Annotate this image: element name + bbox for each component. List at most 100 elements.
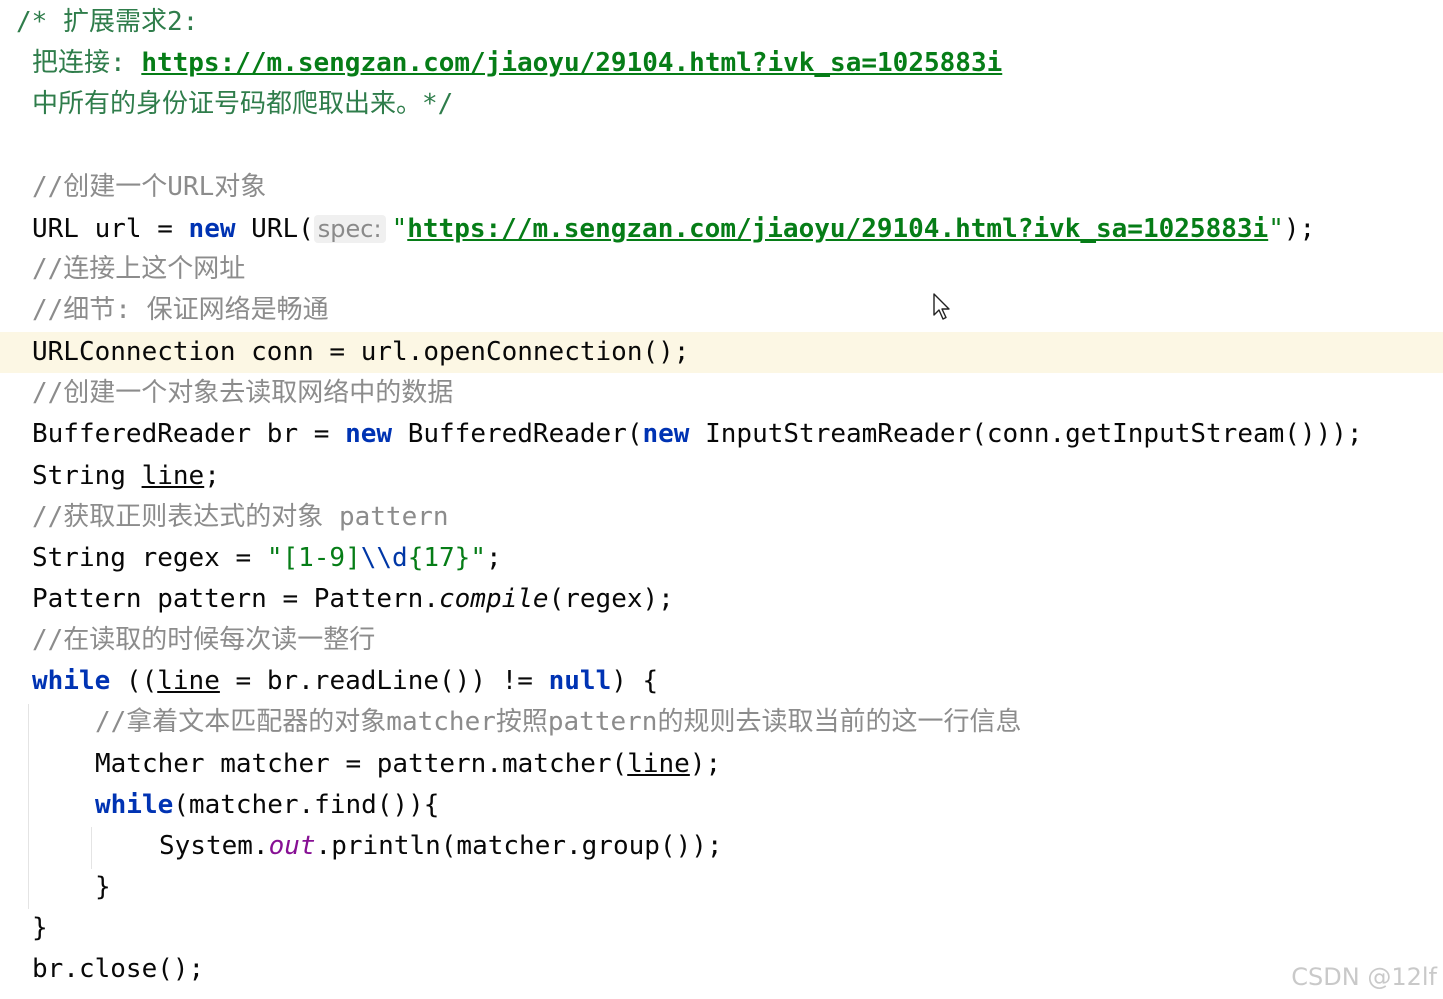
code-line[interactable]: while(matcher.find()){ <box>0 785 1443 826</box>
code-token: compile <box>439 584 549 614</box>
code-token: while <box>95 790 174 820</box>
code-token: (matcher.find()){ <box>173 790 440 820</box>
code-line[interactable]: } <box>0 867 1443 908</box>
code-line[interactable]: br.close(); <box>0 949 1443 990</box>
code-token: System. <box>159 831 269 861</box>
code-token: line <box>157 666 220 696</box>
code-text: while(matcher.find()){ <box>95 785 439 826</box>
code-line[interactable]: String line; <box>0 456 1443 497</box>
code-token: br.close(); <box>32 954 205 984</box>
code-text: //获取正则表达式的对象 pattern <box>32 497 449 538</box>
code-text: BufferedReader br = new BufferedReader(n… <box>32 414 1363 455</box>
code-text: //创建一个URL对象 <box>32 167 266 208</box>
code-line[interactable]: 中所有的身份证号码都爬取出来。*/ <box>0 84 1443 125</box>
parameter-hint: spec: <box>313 215 386 243</box>
code-token: (( <box>110 666 158 696</box>
code-text: //在读取的时候每次读一整行 <box>32 620 375 661</box>
code-text: String regex = "[1-9]\\d{17}"; <box>32 538 502 579</box>
code-text: //细节: 保证网络是畅通 <box>32 290 329 331</box>
code-token: URLConnection conn = url.openConnection(… <box>32 337 690 367</box>
code-token: (regex); <box>548 584 674 614</box>
current-code-line[interactable]: URLConnection conn = url.openConnection(… <box>0 332 1443 373</box>
code-token: .println(matcher.group()); <box>315 831 723 861</box>
code-text: 把连接: https://m.sengzan.com/jiaoyu/29104.… <box>32 43 1002 84</box>
code-token: //细节: 保证网络是畅通 <box>32 295 329 325</box>
code-token: InputStreamReader(conn.getInputStream())… <box>689 419 1363 449</box>
code-line[interactable]: /* 扩展需求2: <box>0 2 1443 43</box>
code-token: ; <box>204 461 220 491</box>
code-token: = br.readLine()) != <box>219 666 549 696</box>
code-text: //拿着文本匹配器的对象matcher按照pattern的规则去读取当前的这一行… <box>95 702 1021 743</box>
code-line[interactable]: URL url = new URL(spec: "https://m.sengza… <box>0 209 1443 250</box>
code-text: br.close(); <box>32 949 204 990</box>
code-token: URL( <box>235 214 314 244</box>
code-line[interactable]: } <box>0 908 1443 949</box>
code-line[interactable] <box>0 125 1443 166</box>
code-token: } <box>32 913 48 943</box>
code-token: //创建一个对象去读取网络中的数据 <box>32 378 454 408</box>
code-text: //连接上这个网址 <box>32 249 245 290</box>
code-token: out <box>268 831 316 861</box>
code-token: line <box>141 461 205 491</box>
code-token: {17}" <box>407 543 486 573</box>
code-token: 中所有的身份证号码都爬取出来。*/ <box>32 89 454 119</box>
code-line[interactable]: //连接上这个网址 <box>0 249 1443 290</box>
code-token: //获取正则表达式的对象 pattern <box>32 502 449 532</box>
code-line[interactable]: 把连接: https://m.sengzan.com/jiaoyu/29104.… <box>0 43 1443 84</box>
code-token: //创建一个URL对象 <box>32 172 267 202</box>
code-token: /* 扩展需求2: <box>16 7 199 37</box>
code-text: while ((line = br.readLine()) != null) { <box>32 661 658 702</box>
code-line[interactable]: //创建一个URL对象 <box>0 167 1443 208</box>
code-token: "[1-9] <box>266 543 361 573</box>
code-token: //在读取的时候每次读一整行 <box>32 625 376 655</box>
code-text: //创建一个对象去读取网络中的数据 <box>32 373 453 414</box>
watermark: CSDN @12lf <box>1291 963 1437 991</box>
code-token: ); <box>689 749 722 779</box>
code-text: 中所有的身份证号码都爬取出来。*/ <box>32 84 453 125</box>
code-line[interactable]: //细节: 保证网络是畅通 <box>0 290 1443 331</box>
code-token: Matcher matcher = pattern.matcher( <box>95 749 628 779</box>
indent-guide <box>28 704 29 909</box>
code-token: ) { <box>611 666 659 696</box>
code-token: https://m.sengzan.com/jiaoyu/29104.html?… <box>407 214 1269 244</box>
code-text: } <box>32 908 48 949</box>
code-line[interactable]: Pattern pattern = Pattern.compile(regex)… <box>0 579 1443 620</box>
code-token: \\d <box>360 543 408 573</box>
code-token: " <box>391 214 408 244</box>
code-token: " <box>1268 214 1284 244</box>
code-token: URL url = <box>32 214 189 244</box>
code-text: Matcher matcher = pattern.matcher(line); <box>95 744 721 785</box>
code-line[interactable]: //拿着文本匹配器的对象matcher按照pattern的规则去读取当前的这一行… <box>0 702 1443 743</box>
code-token: line <box>627 749 690 779</box>
code-text: System.out.println(matcher.group()); <box>159 826 723 867</box>
indent-guide <box>91 827 92 869</box>
code-token: //连接上这个网址 <box>32 254 246 284</box>
code-token: 把连接: <box>32 48 142 78</box>
code-token: BufferedReader br = <box>32 419 346 449</box>
mouse-pointer-icon <box>933 293 950 320</box>
code-line[interactable]: while ((line = br.readLine()) != null) { <box>0 661 1443 702</box>
code-token: new <box>188 214 236 244</box>
code-token: new <box>642 419 690 449</box>
code-text: Pattern pattern = Pattern.compile(regex)… <box>32 579 674 620</box>
code-line[interactable]: //在读取的时候每次读一整行 <box>0 620 1443 661</box>
code-token: https://m.sengzan.com/jiaoyu/29104.html?… <box>141 48 1003 78</box>
code-line[interactable]: BufferedReader br = new BufferedReader(n… <box>0 414 1443 455</box>
code-line[interactable]: //获取正则表达式的对象 pattern <box>0 497 1443 538</box>
code-token: BufferedReader( <box>392 419 643 449</box>
code-token: ; <box>485 543 502 573</box>
code-token: String <box>32 461 142 491</box>
code-line[interactable]: System.out.println(matcher.group()); <box>0 826 1443 867</box>
code-line[interactable]: Matcher matcher = pattern.matcher(line); <box>0 744 1443 785</box>
code-line[interactable]: //创建一个对象去读取网络中的数据 <box>0 373 1443 414</box>
code-token: ); <box>1283 214 1316 244</box>
code-text: String line; <box>32 456 220 497</box>
code-text: URL url = new URL(spec: "https://m.sengza… <box>32 209 1315 250</box>
code-text: } <box>95 867 111 908</box>
code-token: new <box>345 419 393 449</box>
code-line[interactable]: String regex = "[1-9]\\d{17}"; <box>0 538 1443 579</box>
code-token: Pattern pattern = Pattern. <box>32 584 439 614</box>
code-token: String regex = <box>32 543 267 573</box>
code-token: while <box>32 666 111 696</box>
code-token: //拿着文本匹配器的对象matcher按照pattern的规则去读取当前的这一行… <box>95 707 1022 737</box>
